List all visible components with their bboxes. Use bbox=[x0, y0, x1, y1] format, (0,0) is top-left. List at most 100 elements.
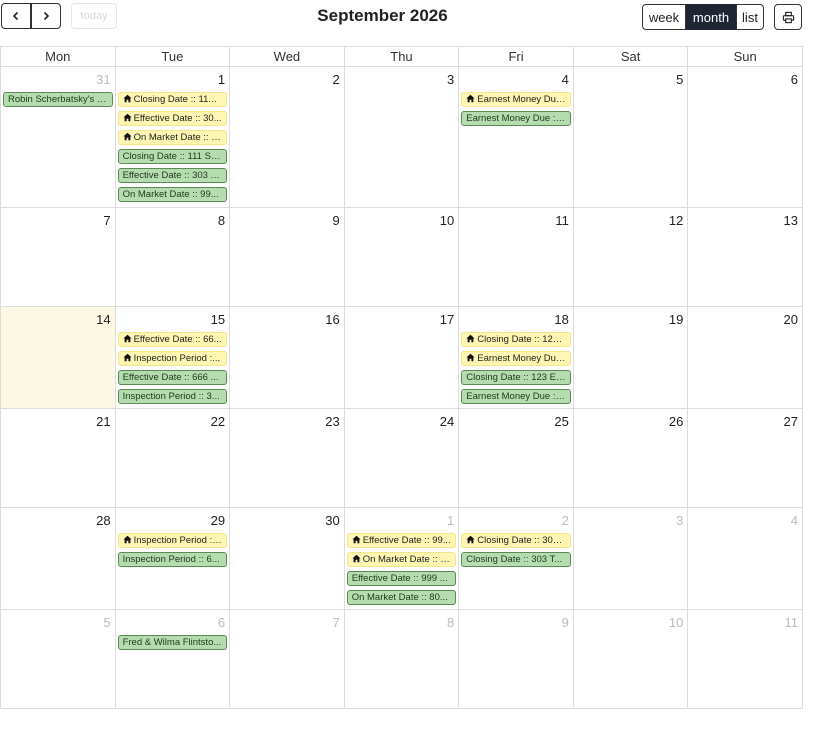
calendar-event[interactable]: Earnest Money Due :: ... bbox=[461, 389, 571, 404]
calendar-event[interactable]: Effective Date :: 303 T... bbox=[117, 168, 228, 183]
calendar-event[interactable]: Effective Date :: 30... bbox=[117, 111, 228, 126]
day-number[interactable]: 26 bbox=[669, 414, 683, 429]
day-cell[interactable]: 24 bbox=[344, 409, 460, 508]
day-number[interactable]: 31 bbox=[96, 72, 110, 87]
day-cell[interactable]: 18Closing Date :: 123 ...Earnest Money D… bbox=[459, 307, 574, 409]
calendar-event[interactable]: Effective Date :: 666 ... bbox=[117, 370, 228, 385]
day-number[interactable]: 11 bbox=[555, 213, 569, 228]
day-number[interactable]: 5 bbox=[103, 615, 110, 630]
day-number[interactable]: 19 bbox=[669, 312, 683, 327]
calendar-event[interactable]: Inspection Period ::... bbox=[117, 533, 228, 548]
day-cell[interactable]: 2Closing Date :: 303...Closing Date :: 3… bbox=[459, 508, 574, 610]
day-number[interactable]: 1 bbox=[447, 513, 454, 528]
calendar-event[interactable]: Inspection Period :... bbox=[117, 351, 228, 366]
day-cell[interactable]: 8 bbox=[115, 208, 231, 307]
day-cell[interactable]: 10 bbox=[344, 208, 460, 307]
day-cell[interactable]: 11 bbox=[459, 208, 574, 307]
calendar-event[interactable]: Closing Date :: 111 S... bbox=[117, 92, 228, 107]
day-cell[interactable]: 4 bbox=[688, 508, 803, 610]
day-cell[interactable]: 22 bbox=[115, 409, 231, 508]
day-number[interactable]: 3 bbox=[676, 513, 683, 528]
day-number[interactable]: 29 bbox=[211, 513, 225, 528]
prev-month-button[interactable] bbox=[1, 3, 31, 29]
day-cell[interactable]: 3 bbox=[344, 67, 460, 208]
day-number[interactable]: 25 bbox=[554, 414, 568, 429]
day-number[interactable]: 6 bbox=[218, 615, 225, 630]
calendar-event[interactable]: Earnest Money Due... bbox=[461, 92, 571, 107]
day-cell[interactable]: 10 bbox=[573, 610, 689, 709]
day-cell[interactable]: 25 bbox=[459, 409, 574, 508]
day-number[interactable]: 7 bbox=[332, 615, 339, 630]
day-number[interactable]: 1 bbox=[218, 72, 225, 87]
day-number[interactable]: 23 bbox=[325, 414, 339, 429]
calendar-event[interactable]: Fred & Wilma Flintsto... bbox=[117, 635, 228, 650]
list-view-button[interactable]: list bbox=[736, 4, 764, 30]
day-cell[interactable]: 29Inspection Period ::...Inspection Peri… bbox=[115, 508, 231, 610]
day-cell[interactable]: 13 bbox=[688, 208, 803, 307]
print-button[interactable] bbox=[774, 4, 802, 30]
today-button[interactable]: today bbox=[71, 3, 117, 29]
day-number[interactable]: 15 bbox=[211, 312, 225, 327]
month-view-button[interactable]: month bbox=[686, 4, 736, 30]
calendar-event[interactable]: On Market Date :: 9... bbox=[117, 130, 228, 145]
day-number[interactable]: 6 bbox=[791, 72, 798, 87]
calendar-event[interactable]: Inspection Period :: 3... bbox=[117, 389, 228, 404]
day-cell[interactable]: 15Effective Date :: 66...Inspection Peri… bbox=[115, 307, 231, 409]
day-cell[interactable]: 3 bbox=[573, 508, 689, 610]
day-cell[interactable]: 5 bbox=[573, 67, 689, 208]
day-number[interactable]: 5 bbox=[676, 72, 683, 87]
day-cell[interactable]: 16 bbox=[230, 307, 345, 409]
day-cell[interactable]: 21 bbox=[1, 409, 116, 508]
day-cell[interactable]: 17 bbox=[344, 307, 460, 409]
calendar-event[interactable]: On Market Date :: 8... bbox=[346, 552, 457, 567]
day-number[interactable]: 3 bbox=[447, 72, 454, 87]
calendar-event[interactable]: Effective Date :: 66... bbox=[117, 332, 228, 347]
day-number[interactable]: 17 bbox=[440, 312, 454, 327]
calendar-event[interactable]: Inspection Period :: 6... bbox=[117, 552, 228, 567]
calendar-event[interactable]: On Market Date :: 80... bbox=[346, 590, 457, 605]
calendar-event[interactable]: Earnest Money Due... bbox=[461, 351, 571, 366]
calendar-event[interactable]: Closing Date :: 123 Ex... bbox=[461, 370, 571, 385]
day-number[interactable]: 18 bbox=[554, 312, 568, 327]
day-cell[interactable]: 2 bbox=[230, 67, 345, 208]
calendar-event[interactable]: Closing Date :: 123 ... bbox=[461, 332, 571, 347]
day-number[interactable]: 28 bbox=[96, 513, 110, 528]
day-cell[interactable]: 11 bbox=[688, 610, 803, 709]
day-number[interactable]: 21 bbox=[96, 414, 110, 429]
day-number[interactable]: 2 bbox=[332, 72, 339, 87]
day-cell[interactable]: 7 bbox=[1, 208, 116, 307]
day-number[interactable]: 27 bbox=[783, 414, 797, 429]
day-number[interactable]: 7 bbox=[103, 213, 110, 228]
day-number[interactable]: 4 bbox=[562, 72, 569, 87]
day-number[interactable]: 22 bbox=[211, 414, 225, 429]
day-cell[interactable]: 14 bbox=[1, 307, 116, 409]
day-cell[interactable]: 30 bbox=[230, 508, 345, 610]
day-cell[interactable]: 28 bbox=[1, 508, 116, 610]
day-number[interactable]: 10 bbox=[669, 615, 683, 630]
day-number[interactable]: 4 bbox=[791, 513, 798, 528]
day-number[interactable]: 8 bbox=[218, 213, 225, 228]
day-cell[interactable]: 20 bbox=[688, 307, 803, 409]
day-number[interactable]: 13 bbox=[783, 213, 797, 228]
day-cell[interactable]: 9 bbox=[459, 610, 574, 709]
calendar-event[interactable]: Earnest Money Due :: ... bbox=[461, 111, 571, 126]
day-number[interactable]: 11 bbox=[784, 615, 798, 630]
day-cell[interactable]: 1 Effective Date :: 99... On Market Date :… bbox=[344, 508, 460, 610]
day-cell[interactable]: 27 bbox=[688, 409, 803, 508]
day-cell[interactable]: 6 Fred & Wilma Flintsto... bbox=[115, 610, 231, 709]
week-view-button[interactable]: week bbox=[642, 4, 686, 30]
day-cell[interactable]: 8 bbox=[344, 610, 460, 709]
calendar-event[interactable]: Closing Date :: 303 T... bbox=[461, 552, 571, 567]
day-number[interactable]: 16 bbox=[325, 312, 339, 327]
calendar-event[interactable]: Closing Date :: 111 Sa... bbox=[117, 149, 228, 164]
day-cell[interactable]: 31 Robin Scherbatsky's 2... bbox=[1, 67, 116, 208]
day-number[interactable]: 2 bbox=[562, 513, 569, 528]
day-cell[interactable]: 1Closing Date :: 111 S...Effective Date … bbox=[115, 67, 231, 208]
day-number[interactable]: 9 bbox=[562, 615, 569, 630]
day-cell[interactable]: 26 bbox=[573, 409, 689, 508]
day-number[interactable]: 30 bbox=[325, 513, 339, 528]
day-cell[interactable]: 4 Earnest Money Due... Earnest Money Due :… bbox=[459, 67, 574, 208]
day-cell[interactable]: 12 bbox=[573, 208, 689, 307]
calendar-event[interactable]: Closing Date :: 303... bbox=[461, 533, 571, 548]
day-number[interactable]: 8 bbox=[447, 615, 454, 630]
